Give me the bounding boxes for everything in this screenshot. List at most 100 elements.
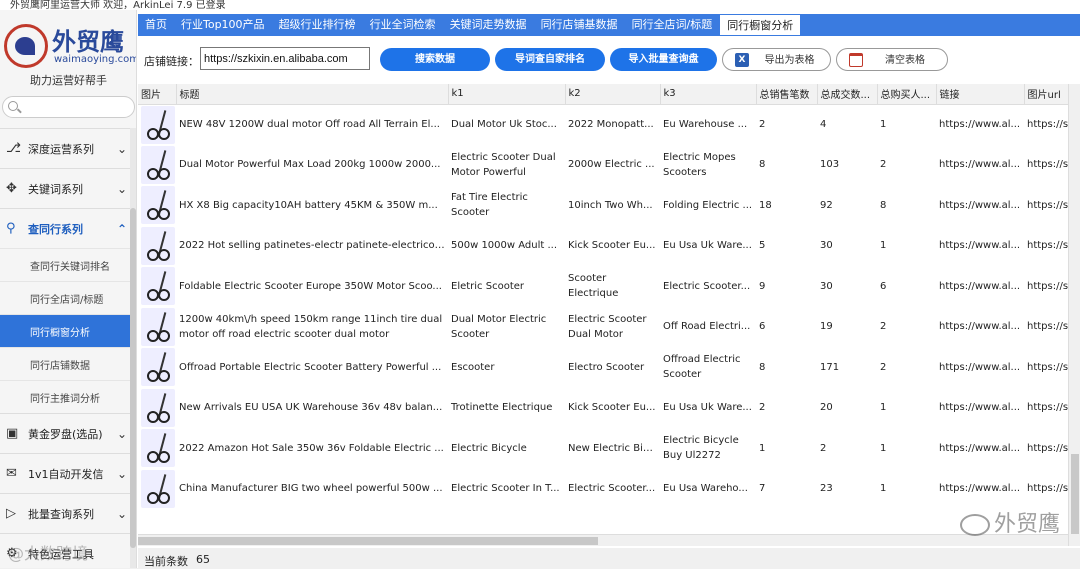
export-table-button[interactable]: X 导出为表格 [722,48,831,71]
cell-k3: Eu Warehouse ... [660,104,756,145]
table-row[interactable]: 2022 Hot selling patinetes-electr patine… [138,226,1080,267]
store-link-input[interactable] [200,47,370,70]
cell-text: HX X8 Big capacity10AH battery 45KM & 35… [179,199,438,211]
cell-total-buyers: 2 [877,307,936,348]
inbox-icon: ▣ [6,426,19,441]
scrollbar-thumb[interactable] [130,208,136,548]
sub-item-competitor-store-titles[interactable]: 同行全店词/标题 [0,281,130,314]
cell-k1: Fat Tire Electric Scooter [448,185,565,226]
tab-competitor-store-data[interactable]: 同行店铺基数据 [534,14,625,36]
cell-title: 1200w 40km\/h speed 150km range 11inch t… [176,307,448,348]
cell-text: 500w 1000w Adult ... [451,240,558,252]
app-window: 外贸鹰阿里运营大师 欢迎，ArkinLei 7.9 已登录 外贸鹰 waimao… [0,0,1080,568]
cell-k3: Eu Usa Wareho... [660,469,756,510]
product-thumbnail[interactable] [141,307,175,346]
sidebar-search-input[interactable] [2,96,135,118]
col-header-total-sales[interactable]: 总销售笔数 [756,84,818,105]
menu-group-competitor[interactable]: ⚲ 查同行系列 ⌃ [0,208,130,248]
window-title: 外贸鹰阿里运营大师 欢迎，ArkinLei 7.9 已登录 [10,0,226,10]
cell-text: Escooter [451,361,495,373]
cell-text: Electric Scooter In T... [451,483,560,495]
cell-text: Folding Electric ... [663,199,753,211]
product-thumbnail[interactable] [141,105,175,144]
cell-text: Kick Scooter Eu... [568,402,656,414]
col-header-total-buyers[interactable]: 总购买人... [877,84,937,105]
tab-competitor-titles[interactable]: 同行全店词/标题 [625,14,720,36]
col-header-link[interactable]: 链接 [936,84,1025,105]
import-batch-query-button[interactable]: 导入批量查询盘 [610,48,717,71]
col-header-k2[interactable]: k2 [565,84,661,105]
sub-item-competitor-store-data[interactable]: 同行店铺数据 [0,347,130,380]
sub-item-competitor-main-keywords[interactable]: 同行主推词分析 [0,380,130,413]
product-thumbnail[interactable] [141,186,175,225]
sub-item-competitor-showcase[interactable]: 同行橱窗分析 [0,314,130,347]
product-thumbnail[interactable] [141,388,175,427]
menu-group-golden-compass[interactable]: ▣ 黄金罗盘(选品) ⌄ [0,413,130,453]
product-thumbnail[interactable] [141,145,175,184]
product-thumbnail[interactable] [141,226,175,265]
tab-keyword-trend[interactable]: 关键词走势数据 [443,14,534,36]
cell-text: 18 [759,199,772,211]
table-horizontal-scrollbar[interactable] [138,534,1068,546]
cell-total-sales: 6 [756,307,817,348]
cell-k2: Kick Scooter Eu... [565,226,660,267]
sitemap-icon: ⎇ [6,141,21,156]
crosshair-icon: ✥ [6,181,17,196]
col-header-total-deals[interactable]: 总成交数... [817,84,878,105]
search-data-button[interactable]: 搜索数据 [380,48,490,71]
table-row[interactable]: NEW 48V 1200W dual motor Off road All Te… [138,104,1080,145]
sidebar-scrollbar[interactable] [130,128,136,568]
menu-group-batch-query[interactable]: ▷ 批量查询系列 ⌄ [0,493,130,533]
row-count-label: 当前条数 [144,555,188,568]
tab-industry-top100[interactable]: 行业Top100产品 [174,14,272,36]
cell-text: 2000w Electric ... [568,159,655,171]
tab-home[interactable]: 首页 [138,14,174,36]
product-thumbnail[interactable] [141,348,175,387]
table-row[interactable]: New Arrivals EU USA UK Warehouse 36v 48v… [138,388,1080,429]
cell-title: 2022 Amazon Hot Sale 350w 36v Foldable E… [176,428,448,469]
col-header-title[interactable]: 标题 [176,84,449,105]
clear-table-button[interactable]: 清空表格 [836,48,948,71]
product-thumbnail[interactable] [141,267,175,306]
table-row[interactable]: Offroad Portable Electric Scooter Batter… [138,347,1080,388]
table-row[interactable]: Dual Motor Powerful Max Load 200kg 1000w… [138,145,1080,186]
cell-k1: Electric Scooter In T... [448,469,565,510]
cell-link: https://www.al... [936,428,1024,469]
tab-industry-ranking[interactable]: 超级行业排行榜 [272,14,363,36]
table-row[interactable]: HX X8 Big capacity10AH battery 45KM & 35… [138,185,1080,226]
cell-text: 4 [820,119,827,130]
product-thumbnail[interactable] [141,469,175,508]
cell-total-buyers: 2 [877,145,936,186]
col-header-image[interactable]: 图片 [138,84,177,105]
menu-group-keywords[interactable]: ✥ 关键词系列 ⌄ [0,168,130,208]
sub-item-competitor-keyword-rank[interactable]: 查同行关键词排名 [0,248,130,281]
cell-text: 103 [820,159,840,171]
scrollbar-thumb[interactable] [1071,454,1079,534]
cell-text: Kick Scooter Eu... [568,240,656,252]
tab-competitor-showcase[interactable]: 同行橱窗分析 [719,14,802,36]
col-header-k3[interactable]: k3 [660,84,757,105]
cell-image [138,469,176,510]
menu-group-auto-mail[interactable]: ✉ 1v1自动开发信 ⌄ [0,453,130,493]
cell-image [138,347,176,388]
cell-text: 1 [880,442,887,454]
cell-text: 1 [880,240,887,252]
table-vertical-scrollbar[interactable] [1068,84,1080,546]
cell-text: Offroad Portable Electric Scooter Batter… [179,361,442,373]
table-row[interactable]: China Manufacturer BIG two wheel powerfu… [138,469,1080,510]
import-keywords-rank-button[interactable]: 导词查自家排名 [495,48,605,71]
tab-industry-keyword-search[interactable]: 行业全词检索 [363,14,443,36]
col-header-k1[interactable]: k1 [448,84,566,105]
product-thumbnail[interactable] [141,429,175,468]
cell-title: NEW 48V 1200W dual motor Off road All Te… [176,104,448,145]
cell-total-sales: 2 [756,388,817,429]
cell-text: 2022 Hot selling patinetes-electr patine… [179,240,445,252]
cell-link: https://www.al... [936,388,1024,429]
table-row[interactable]: 2022 Amazon Hot Sale 350w 36v Foldable E… [138,428,1080,469]
cell-k3: Folding Electric ... [660,185,756,226]
menu-group-deep-ops[interactable]: ⎇ 深度运营系列 ⌄ [0,128,130,168]
logo-subtitle: waimaoying.com [54,54,137,65]
scrollbar-thumb[interactable] [138,537,598,545]
table-row[interactable]: Foldable Electric Scooter Europe 350W Mo… [138,266,1080,307]
table-row[interactable]: 1200w 40km\/h speed 150km range 11inch t… [138,307,1080,348]
